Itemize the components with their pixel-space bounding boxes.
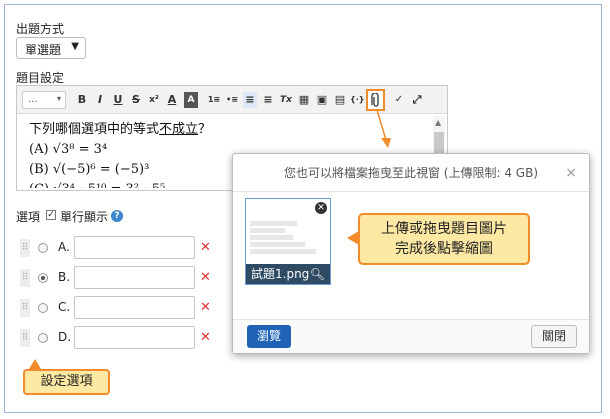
scrollbar-thumb[interactable] [434, 132, 444, 154]
check-icon[interactable]: ✓ [392, 92, 406, 108]
option-radio[interactable] [38, 273, 48, 283]
browse-button[interactable]: 瀏覽 [247, 325, 291, 348]
superscript-button[interactable]: x² [147, 92, 161, 108]
close-button[interactable]: 關閉 [531, 325, 577, 348]
file-thumbnail[interactable]: ✕ 試題1.png 🔍︎ [245, 198, 331, 285]
editor-content[interactable]: 下列哪個選項中的等式不成立？ (A) √3⁸ = 3⁴ (B) √(−5)⁶ =… [29, 120, 211, 188]
delete-icon[interactable]: ✕ [200, 270, 211, 285]
option-input[interactable] [74, 236, 195, 259]
delete-icon[interactable]: ✕ [200, 240, 211, 255]
delete-icon[interactable]: ✕ [200, 330, 211, 345]
align-left-button[interactable]: ≡ [243, 92, 257, 108]
option-letter: C. [58, 300, 71, 314]
media-icon[interactable]: ▤ [333, 92, 347, 108]
code-icon[interactable]: {·} [350, 92, 364, 108]
file-name: 試題1.png [251, 267, 310, 281]
zoom-icon[interactable]: 🔍︎ [310, 264, 325, 284]
close-icon[interactable]: × [565, 154, 577, 192]
option-radio[interactable] [38, 243, 48, 253]
format-dropdown[interactable]: ... ▾ [22, 91, 66, 109]
scroll-up-icon[interactable]: ▲ [435, 118, 441, 127]
option-letter: B. [58, 270, 71, 284]
content-line: 下列哪個選項中的等式不成立？ [29, 122, 212, 137]
option-row: ⠿ D. ✕ [0, 326, 240, 350]
underline-button[interactable]: U [111, 92, 125, 108]
align-center-button[interactable]: ≡ [261, 92, 275, 108]
single-row-checkbox[interactable]: ✓ [46, 210, 56, 220]
drag-handle-icon[interactable]: ⠿ [20, 239, 30, 257]
editor-toolbar: ... ▾ B I U S x² A A 1≡ •≡ ≡ ≡ Tx ▦ ▣ ▤ … [17, 86, 447, 114]
remove-file-icon[interactable]: ✕ [315, 202, 327, 214]
option-input[interactable] [74, 326, 195, 349]
method-select-value: 單選題 [25, 43, 62, 57]
option-row: ⠿ C. ✕ [0, 296, 240, 320]
option-letter: A. [58, 240, 70, 254]
attachment-icon[interactable] [366, 89, 385, 111]
option-input[interactable] [74, 266, 195, 289]
option-letter: D. [58, 330, 72, 344]
option-row: ⠿ A. ✕ [0, 236, 240, 260]
question-label: 題目設定 [16, 71, 65, 85]
upload-modal-title: 您也可以將檔案拖曳至此視窗 (上傳限制: 4 GB) × [233, 154, 589, 192]
chevron-down-icon: ▾ [56, 94, 61, 103]
image-icon[interactable]: ▣ [315, 92, 329, 108]
bullet-list-button[interactable]: •≡ [225, 92, 239, 108]
content-line: (A) √3⁸ = 3⁴ [29, 142, 108, 157]
fullscreen-icon[interactable]: ⤢ [410, 92, 424, 108]
table-icon[interactable]: ▦ [297, 92, 311, 108]
italic-button[interactable]: I [93, 92, 107, 108]
strikethrough-button[interactable]: S [129, 92, 143, 108]
options-label: 選項 [16, 210, 41, 224]
drag-handle-icon[interactable]: ⠿ [20, 329, 30, 347]
option-input[interactable] [74, 296, 195, 319]
delete-icon[interactable]: ✕ [200, 300, 211, 315]
font-color-button[interactable]: A [165, 92, 179, 108]
chevron-down-icon: ▼ [71, 41, 79, 52]
options-callout: 設定選項 [23, 359, 110, 395]
option-radio[interactable] [38, 303, 48, 313]
upload-callout: 上傳或拖曳題目圖片 完成後點擊縮圖 [347, 213, 530, 265]
clear-format-button[interactable]: Tx [279, 92, 293, 108]
thumbnail-preview [250, 221, 328, 263]
content-line-partial: (C) √3⁴ ⋅ 5¹⁰ = 3² ⋅ 5⁵ [29, 180, 211, 188]
content-line: (B) √(−5)⁶ = (−5)³ [29, 162, 150, 177]
single-row-label: 單行顯示 [60, 210, 109, 224]
background-color-button[interactable]: A [184, 92, 198, 108]
option-radio[interactable] [38, 333, 48, 343]
help-icon[interactable]: ? [111, 210, 123, 222]
ordered-list-button[interactable]: 1≡ [207, 92, 221, 108]
bold-button[interactable]: B [75, 92, 89, 108]
method-label: 出題方式 [16, 22, 65, 36]
drag-handle-icon[interactable]: ⠿ [20, 269, 30, 287]
file-caption: 試題1.png 🔍︎ [246, 264, 330, 284]
method-select[interactable]: 單選題 ▼ [16, 37, 86, 59]
drag-handle-icon[interactable]: ⠿ [20, 299, 30, 317]
option-row: ⠿ B. ✕ [0, 266, 240, 290]
